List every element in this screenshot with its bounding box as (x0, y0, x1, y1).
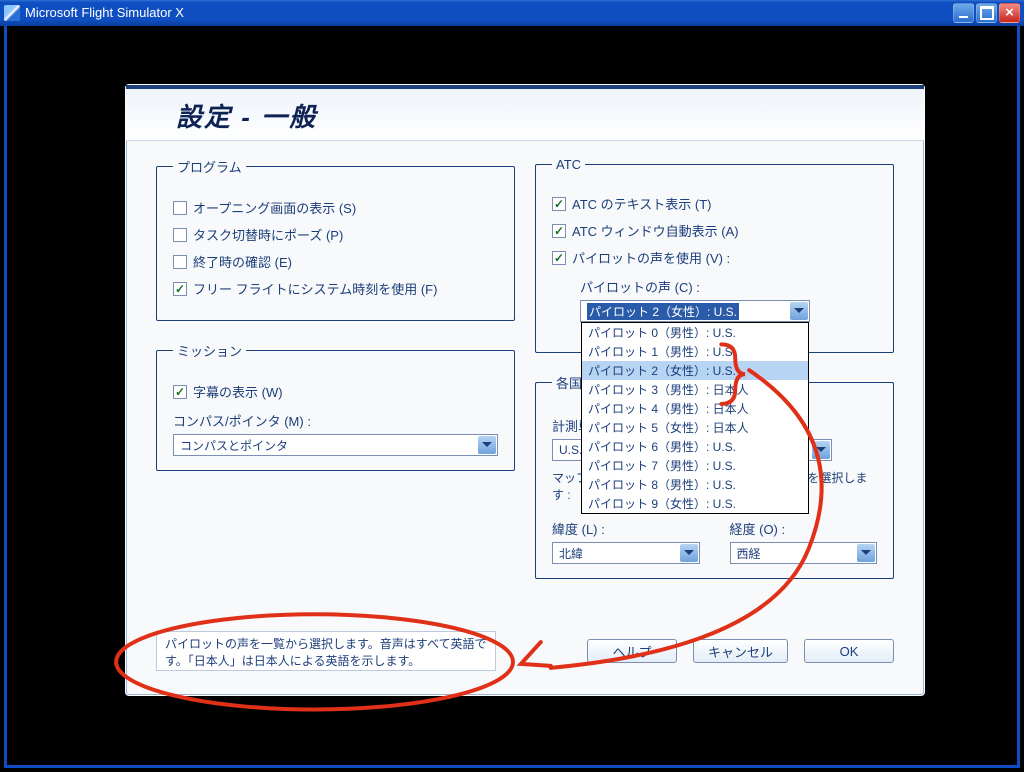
chevron-down-icon (812, 441, 830, 459)
left-column: プログラム オープニング画面の表示 (S) タスク切替時にポーズ (P) 終了時… (156, 157, 515, 623)
pilot-voice-option[interactable]: パイロット 7（男性）: U.S. (582, 456, 808, 475)
label-use-pilot-voice: パイロットの声を使用 (V) : (572, 248, 730, 267)
checkbox-use-pilot-voice[interactable] (552, 251, 566, 265)
checkbox-atc-text[interactable] (552, 197, 566, 211)
label-confirm-exit: 終了時の確認 (E) (193, 252, 292, 271)
client-area: 設定 - 一般 プログラム オープニング画面の表示 (S) タスク切替時にポーズ… (4, 26, 1020, 768)
ok-button[interactable]: OK (804, 639, 894, 663)
checkbox-confirm-exit[interactable] (173, 255, 187, 269)
label-opening: オープニング画面の表示 (S) (193, 198, 356, 217)
chevron-down-icon (857, 544, 875, 562)
dialog-title: 設定 - 一般 (176, 97, 904, 134)
cancel-button[interactable]: キャンセル (693, 639, 788, 663)
pilot-voice-selected: パイロット 2（女性）: U.S. (587, 303, 739, 320)
help-button[interactable]: ヘルプ (587, 639, 677, 663)
pilot-voice-option[interactable]: パイロット 6（男性）: U.S. (582, 437, 808, 456)
atc-legend: ATC (552, 157, 585, 172)
chevron-down-icon (680, 544, 698, 562)
mission-legend: ミッション (173, 341, 246, 360)
pilot-voice-option[interactable]: パイロット 0（男性）: U.S. (582, 323, 808, 342)
checkbox-system-time[interactable] (173, 282, 187, 296)
lat-value: 北緯 (559, 545, 583, 562)
label-subtitles: 字幕の表示 (W) (193, 382, 283, 401)
units-value: U.S. (559, 443, 582, 457)
help-text: パイロットの声を一覧から選択します。音声はすべて英語です。「日本人」は日本人によ… (165, 637, 486, 668)
label-system-time: フリー フライトにシステム時刻を使用 (F) (193, 279, 437, 298)
lat-label: 緯度 (L) : (552, 519, 700, 538)
app-icon (4, 5, 20, 21)
pilot-voice-option[interactable]: パイロット 2（女性）: U.S. (582, 361, 808, 380)
lon-dropdown[interactable]: 西経 (730, 542, 878, 564)
pilot-voice-option[interactable]: パイロット 5（女性）: 日本人 (582, 418, 808, 437)
checkbox-subtitles[interactable] (173, 385, 187, 399)
checkbox-opening[interactable] (173, 201, 187, 215)
atc-group: ATC ATC のテキスト表示 (T) ATC ウィンドウ自動表示 (A) パイ… (535, 157, 894, 353)
chevron-down-icon (790, 302, 808, 320)
label-atc-text: ATC のテキスト表示 (T) (572, 194, 711, 213)
compass-value: コンパスとポインタ (180, 437, 288, 454)
compass-label: コンパス/ポインタ (M) : (173, 411, 498, 430)
dialog-footer: パイロットの声を一覧から選択します。音声はすべて英語です。「日本人」は日本人によ… (156, 631, 894, 675)
chevron-down-icon (478, 436, 496, 454)
titlebar-buttons (953, 3, 1020, 23)
lat-dropdown[interactable]: 北緯 (552, 542, 700, 564)
pilot-voice-option[interactable]: パイロット 9（女性）: U.S. (582, 494, 808, 513)
minimize-button[interactable] (953, 3, 974, 23)
right-column: ATC ATC のテキスト表示 (T) ATC ウィンドウ自動表示 (A) パイ… (535, 157, 894, 623)
pilot-voice-option[interactable]: パイロット 1（男性）: U.S. (582, 342, 808, 361)
checkbox-pause-task-switch[interactable] (173, 228, 187, 242)
help-text-box: パイロットの声を一覧から選択します。音声はすべて英語です。「日本人」は日本人によ… (156, 631, 496, 671)
label-pause-task-switch: タスク切替時にポーズ (P) (193, 225, 343, 244)
window-title: Microsoft Flight Simulator X (25, 5, 184, 20)
pilot-voice-option[interactable]: パイロット 4（男性）: 日本人 (582, 399, 808, 418)
compass-dropdown[interactable]: コンパスとポインタ (173, 434, 498, 456)
settings-dialog: 設定 - 一般 プログラム オープニング画面の表示 (S) タスク切替時にポーズ… (125, 84, 925, 696)
program-group: プログラム オープニング画面の表示 (S) タスク切替時にポーズ (P) 終了時… (156, 157, 515, 321)
pilot-voice-list[interactable]: パイロット 0（男性）: U.S.パイロット 1（男性）: U.S.パイロット … (581, 322, 809, 514)
dialog-header: 設定 - 一般 (126, 85, 924, 141)
pilot-voice-label: パイロットの声 (C) : (580, 277, 877, 296)
pilot-voice-option[interactable]: パイロット 3（男性）: 日本人 (582, 380, 808, 399)
label-atc-window-auto: ATC ウィンドウ自動表示 (A) (572, 221, 739, 240)
maximize-button[interactable] (976, 3, 997, 23)
checkbox-atc-window-auto[interactable] (552, 224, 566, 238)
lon-value: 西経 (737, 545, 761, 562)
lon-label: 経度 (O) : (730, 519, 878, 538)
pilot-voice-dropdown[interactable]: パイロット 2（女性）: U.S. パイロット 0（男性）: U.S.パイロット… (580, 300, 810, 322)
close-button[interactable] (999, 3, 1020, 23)
dialog-body: プログラム オープニング画面の表示 (S) タスク切替時にポーズ (P) 終了時… (156, 157, 894, 623)
mission-group: ミッション 字幕の表示 (W) コンパス/ポインタ (M) : コンパスとポイン… (156, 341, 515, 471)
pilot-voice-option[interactable]: パイロット 8（男性）: U.S. (582, 475, 808, 494)
titlebar: Microsoft Flight Simulator X (0, 0, 1024, 26)
program-legend: プログラム (173, 157, 246, 176)
window-root: Microsoft Flight Simulator X 設定 - 一般 プログ… (0, 0, 1024, 772)
